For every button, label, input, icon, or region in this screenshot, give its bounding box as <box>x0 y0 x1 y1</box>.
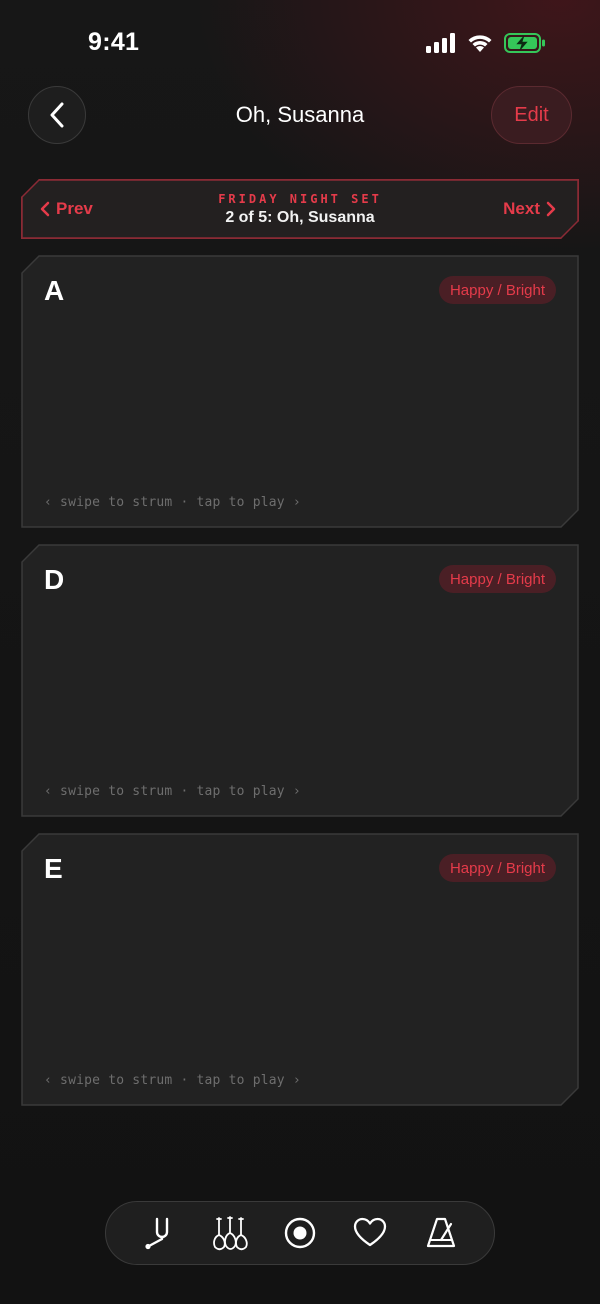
chevron-right-icon <box>546 201 556 217</box>
tab-instruments[interactable] <box>208 1211 252 1255</box>
tab-record[interactable] <box>278 1211 322 1255</box>
chord-name: E <box>44 853 63 884</box>
mood-badge: Happy / Bright <box>438 854 556 882</box>
tab-metronome[interactable] <box>419 1211 463 1255</box>
next-song-button[interactable]: Next <box>503 199 556 219</box>
metronome-icon <box>426 1217 455 1248</box>
status-time: 9:41 <box>88 28 140 56</box>
bottom-tab-bar <box>105 1201 495 1265</box>
next-label: Next <box>503 199 540 218</box>
wifi-icon <box>468 35 492 52</box>
gesture-hint: ‹ swipe to strum · tap to play › <box>44 495 301 510</box>
instruments-icon <box>212 1216 248 1251</box>
mood-badge: Happy / Bright <box>438 276 556 304</box>
status-icons <box>426 32 546 54</box>
chord-card[interactable]: D Happy / Bright ‹ swipe to strum · tap … <box>21 544 579 817</box>
status-bar: 9:41 <box>0 0 600 88</box>
signal-icon <box>426 33 455 53</box>
chord-card[interactable]: E Happy / Bright ‹ swipe to strum · tap … <box>21 833 579 1106</box>
chord-name: A <box>44 275 65 306</box>
tab-tuner[interactable] <box>137 1211 181 1255</box>
chord-card[interactable]: A Happy / Bright ‹ swipe to strum · tap … <box>21 255 579 528</box>
heart-icon <box>354 1217 387 1247</box>
mood-badge: Happy / Bright <box>438 565 556 593</box>
edit-button[interactable]: Edit <box>491 86 572 144</box>
chord-name: D <box>44 564 65 595</box>
gesture-hint: ‹ swipe to strum · tap to play › <box>44 784 301 799</box>
battery-icon <box>504 33 545 53</box>
tuning-fork-icon <box>145 1217 169 1250</box>
tab-favorites[interactable] <box>348 1211 392 1255</box>
record-icon <box>284 1217 316 1249</box>
gesture-hint: ‹ swipe to strum · tap to play › <box>44 1073 301 1088</box>
